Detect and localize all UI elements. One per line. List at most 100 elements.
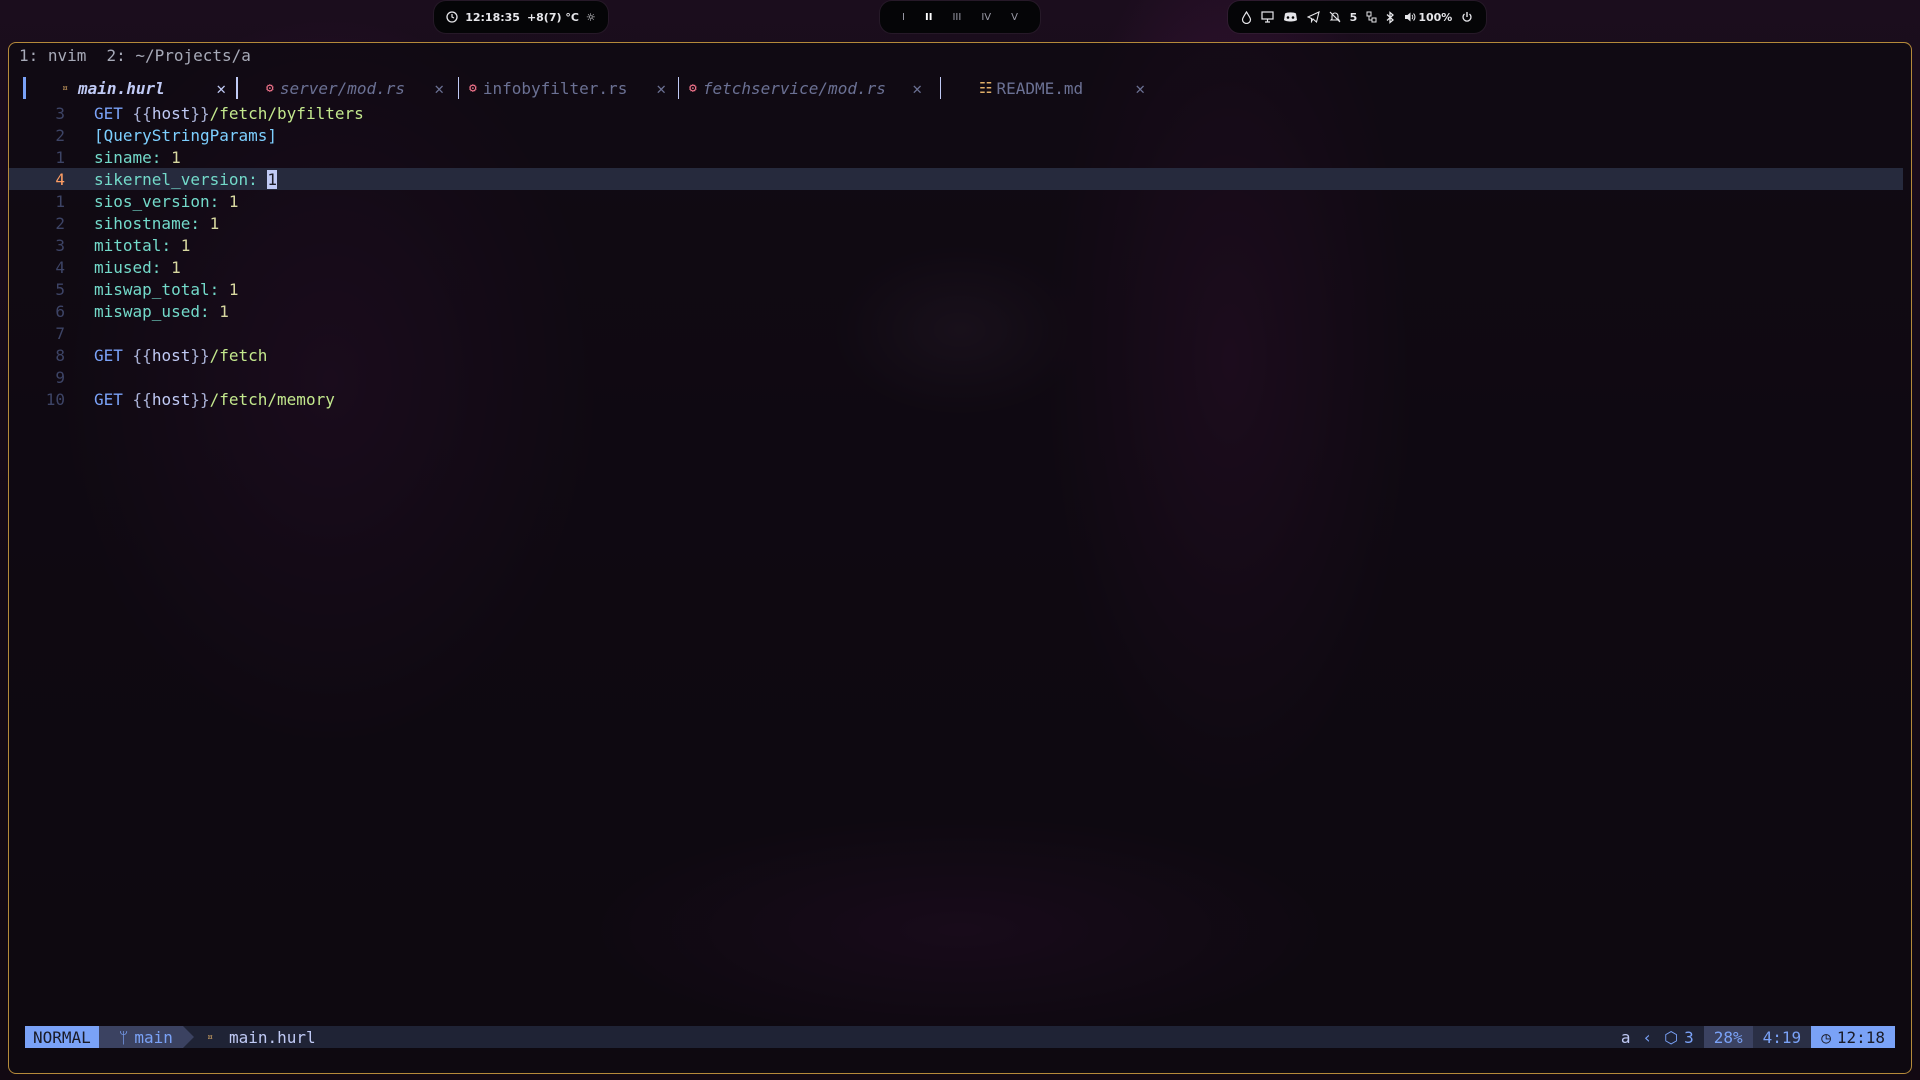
param-value: 1 — [219, 301, 229, 321]
git-branch: ᛘ main — [98, 1026, 195, 1048]
code-line[interactable]: 2 [QueryStringParams] — [9, 124, 1903, 146]
cube-icon: ⬡ — [1664, 1027, 1679, 1047]
line-number: 1 — [55, 147, 65, 167]
buffer-tab-main-hurl[interactable]: ¤ main.hurl ✕ — [26, 75, 236, 101]
cursor-position: 4:19 — [1752, 1026, 1812, 1048]
statusline-filename: main.hurl — [228, 1027, 316, 1047]
code-line[interactable]: 3 mitotal: 1 — [9, 234, 1903, 256]
markdown-icon: ☷ — [979, 79, 993, 97]
buffer-tab-label: server/mod.rs — [279, 78, 406, 98]
statusline: NORMAL ᛘ main ¤ main.hurl a ‹ ⬡ 3 28% 4:… — [25, 1026, 1895, 1048]
line-number: 8 — [55, 345, 65, 365]
param-value: 1 — [171, 257, 181, 277]
buffer-tab-fetchservice-mod[interactable]: ⚙ fetchservice/mod.rs ✕ — [679, 75, 940, 101]
code-line[interactable]: 4 miused: 1 — [9, 256, 1903, 278]
workspace-1[interactable]: I — [902, 12, 905, 23]
system-tray: 5 100% — [1228, 1, 1486, 33]
template-var: host — [151, 389, 191, 409]
template-close: }} — [190, 389, 210, 409]
code-line[interactable]: 2 sihostname: 1 — [9, 212, 1903, 234]
clock-icon: ◷ — [1821, 1027, 1831, 1047]
param-key: siname — [94, 147, 152, 167]
mode-indicator: NORMAL — [25, 1026, 110, 1048]
statusline-right: a ‹ ⬡ 3 28% 4:19 ◷ 12:18 — [1611, 1026, 1895, 1048]
param-key: miswap_used — [94, 301, 200, 321]
hurl-icon: ¤ — [206, 1031, 213, 1043]
volume-icon[interactable] — [1404, 11, 1416, 23]
git-branch-icon: ᛘ — [118, 1027, 129, 1047]
clock-time: 12:18:35 — [465, 10, 520, 24]
power-icon[interactable] — [1461, 11, 1473, 23]
code-line-current[interactable]: 4 sikernel_version: 1 — [9, 168, 1903, 190]
volume-level: 100% — [1418, 10, 1453, 24]
register-indicator: a — [1620, 1027, 1631, 1047]
terminal-window[interactable]: 1: nvim 2: ~/Projects/a ¤ main.hurl ✕ ⚙ … — [8, 42, 1912, 1074]
clock-widget[interactable]: 12:18:35 +8(7) °C ☼ — [434, 1, 608, 33]
close-icon[interactable]: ✕ — [434, 79, 444, 98]
monitor-icon[interactable] — [1261, 11, 1274, 23]
progress-percent: 28% — [1703, 1026, 1753, 1048]
code-line[interactable]: 1 siname: 1 — [9, 146, 1903, 168]
close-icon[interactable]: ✕ — [656, 79, 666, 98]
tmux-window-1[interactable]: 1: nvim — [19, 46, 86, 65]
template-close: }} — [190, 103, 210, 123]
param-value: 1 — [228, 191, 239, 211]
code-line[interactable]: 6 miswap_used: 1 — [9, 300, 1903, 322]
param-value: 1 — [171, 147, 181, 167]
param-key: miswap_total — [94, 279, 210, 299]
workspace-5[interactable]: V — [1011, 12, 1018, 23]
code-line[interactable]: 10 GET {{host}}/fetch/memory — [9, 388, 1903, 410]
line-number: 2 — [55, 125, 65, 145]
http-method: GET — [94, 389, 123, 409]
close-icon[interactable]: ✕ — [1135, 79, 1145, 98]
line-number: 6 — [55, 301, 65, 321]
notifications-count: 5 — [1349, 10, 1358, 24]
close-icon[interactable]: ✕ — [216, 79, 226, 98]
chevron-left-icon: ‹ — [1642, 1027, 1653, 1047]
template-var: host — [151, 345, 191, 365]
param-key: sios_version — [94, 191, 210, 211]
param-key: mitotal — [94, 235, 162, 255]
code-line[interactable]: 5 miswap_total: 1 — [9, 278, 1903, 300]
close-icon[interactable]: ✕ — [912, 79, 922, 98]
line-number: 4 — [55, 257, 65, 277]
param-value: 1 — [209, 213, 220, 233]
notifications-muted-icon[interactable] — [1329, 11, 1341, 23]
http-method: GET — [94, 345, 123, 365]
url-path: /fetch/memory — [209, 389, 335, 409]
line-number: 1 — [55, 191, 65, 211]
workspace-4[interactable]: IV — [981, 12, 991, 23]
buffer-tab-label: infobyfilter.rs — [482, 78, 628, 98]
drop-icon[interactable] — [1241, 10, 1252, 24]
telegram-icon[interactable] — [1306, 11, 1320, 23]
clock-icon — [446, 11, 458, 23]
template-open: {{ — [132, 345, 152, 365]
code-line[interactable]: 8 GET {{host}}/fetch — [9, 344, 1903, 366]
buffer-tab-server-mod[interactable]: ⚙ server/mod.rs ✕ — [238, 75, 458, 101]
line-number: 5 — [55, 279, 65, 299]
workspace-3[interactable]: III — [952, 12, 961, 23]
network-icon[interactable] — [1366, 11, 1377, 23]
buffer-tab-label: main.hurl — [78, 78, 165, 98]
buffer-tab-readme[interactable]: ☷ README.md ✕ — [941, 75, 1145, 101]
code-line[interactable]: 1 sios_version: 1 — [9, 190, 1903, 212]
hurl-icon: ¤ — [62, 82, 69, 94]
discord-icon[interactable] — [1283, 11, 1298, 23]
http-method: GET — [94, 103, 123, 123]
rust-icon: ⚙ — [469, 80, 477, 96]
param-key: sihostname — [94, 213, 191, 233]
code-line[interactable]: 7 — [9, 322, 1903, 344]
workspace-switcher: I II III IV V — [880, 1, 1040, 33]
buffer-tab-infobyfilter[interactable]: ⚙ infobyfilter.rs ✕ — [459, 75, 678, 101]
workspace-2[interactable]: II — [925, 12, 932, 23]
editor-pane[interactable]: 3 GET {{host}}/fetch/byfilters 2 [QueryS… — [9, 102, 1903, 410]
code-line[interactable]: 9 — [9, 366, 1903, 388]
code-line[interactable]: 3 GET {{host}}/fetch/byfilters — [9, 102, 1903, 124]
bluetooth-icon[interactable] — [1386, 10, 1395, 24]
line-number: 2 — [55, 213, 65, 233]
statusline-clock: ◷ 12:18 — [1811, 1026, 1895, 1048]
tmux-window-2[interactable]: 2: ~/Projects/a — [106, 46, 251, 65]
top-bar: 12:18:35 +8(7) °C ☼ I II III IV V 5 100% — [0, 0, 1920, 38]
line-number: 10 — [45, 389, 65, 409]
sun-icon: ☼ — [585, 10, 596, 24]
